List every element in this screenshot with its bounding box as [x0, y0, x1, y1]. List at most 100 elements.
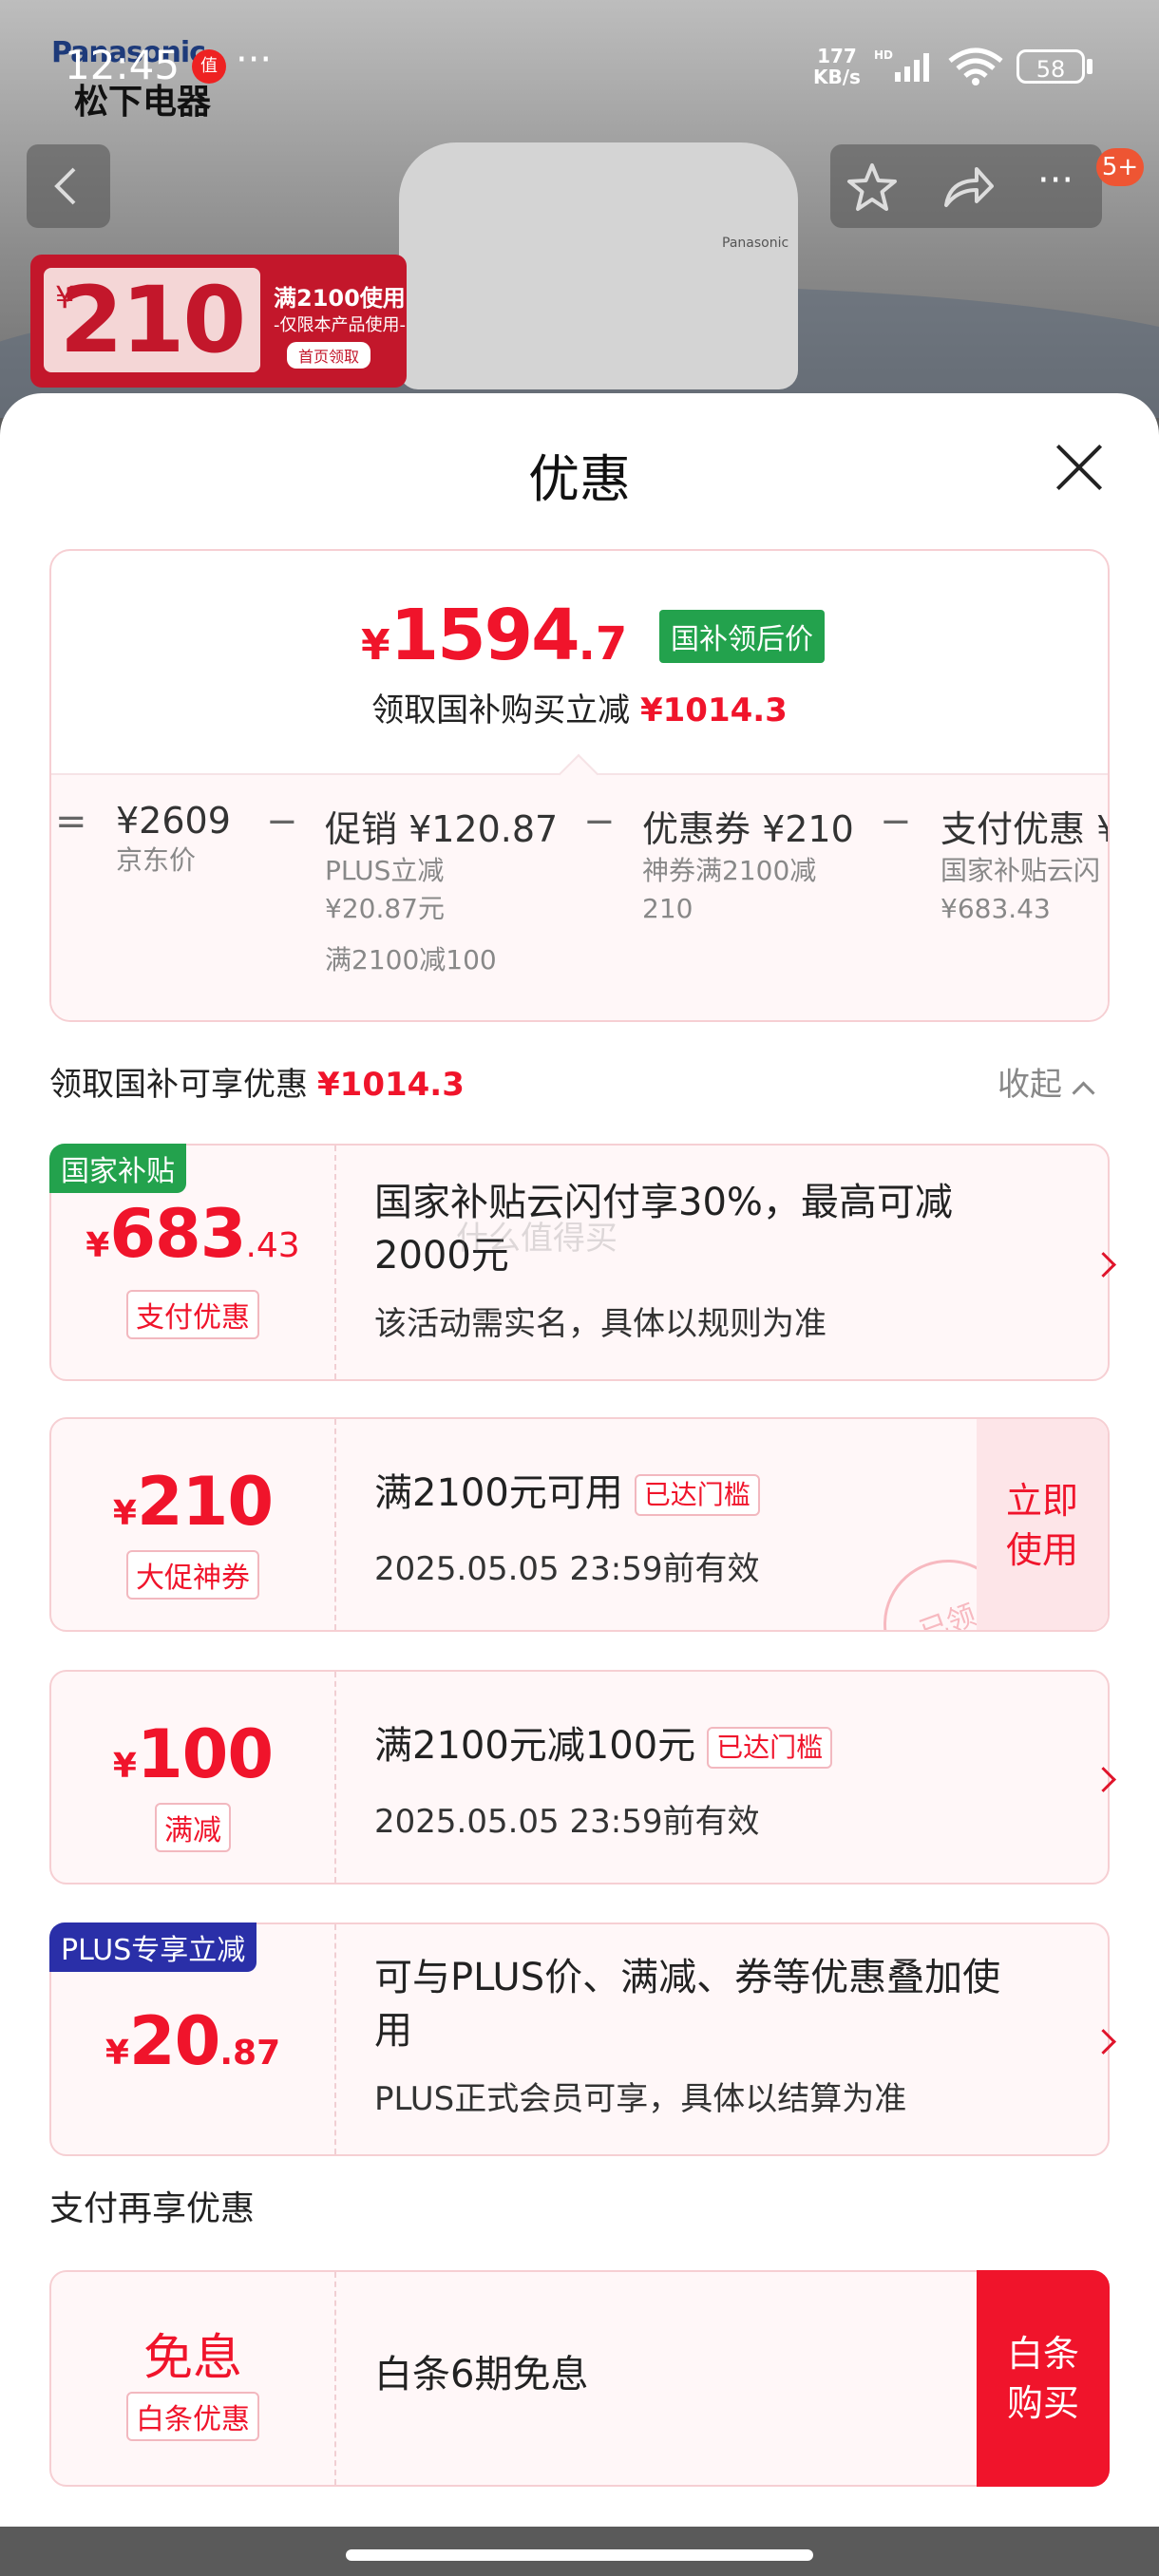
formula-pay-sub1: 国家补贴云闪: [940, 855, 1101, 886]
watermark: 什么值得买: [456, 1220, 618, 1258]
coupon-mega-sale[interactable]: ¥210 大促神券 满2100元可用 已达门槛 2025.05.05 23:59前…: [49, 1417, 1110, 1632]
coupon-divider: [334, 1419, 336, 1630]
coupon-validity: 2025.05.05 23:59前有效: [374, 1803, 760, 1841]
status-bar: 12:45 值 ··· 177 KB/s HD 58: [0, 0, 1159, 133]
chevron-left-icon: [54, 167, 76, 205]
product-image: [399, 142, 798, 389]
coupon-yen: ¥: [112, 1494, 137, 1533]
use-now-button[interactable]: 立即 使用: [977, 1419, 1108, 1630]
price-breakdown-card: ¥1594.7 国补领后价 领取国补购买立减 ¥1014.3 = ¥2609 京…: [49, 549, 1110, 1022]
coupon-title-line: 满2100元减100元 已达门槛: [374, 1719, 833, 1772]
chevron-right-icon: [1091, 2029, 1116, 2055]
coupon-yen: ¥: [86, 1226, 110, 1265]
coupon-divider: [334, 1672, 336, 1883]
coupon-plus-member[interactable]: PLUS专享立减 ¥20.87 可与PLUS价、满减、券等优惠叠加使用 PLUS…: [49, 1923, 1116, 2156]
coupon-yen: ¥: [112, 1747, 137, 1786]
coupon-type-chip: 支付优惠: [126, 1290, 259, 1339]
network-type-label: HD: [874, 48, 893, 62]
coupon-sub: PLUS正式会员可享，具体以结算为准: [374, 2080, 907, 2118]
formula-pay-sub2: ¥683.43: [940, 893, 1051, 924]
formula-promo-sub1: PLUS立减: [325, 855, 445, 886]
collapse-button[interactable]: 收起: [998, 1058, 1095, 1105]
chevron-right-icon: [1091, 1252, 1116, 1278]
coupon-title-line: 满2100元可用 已达门槛: [374, 1467, 760, 1520]
coupon-sub: 该活动需实名，具体以规则为准: [374, 1305, 826, 1343]
coupon-yen: ¥: [104, 2034, 129, 2073]
formula-coupon-sub2: 210: [642, 893, 694, 924]
coupon-promo-banner[interactable]: 210 ¥ 满2100使用 -仅限本产品使用- 首页领取: [30, 255, 407, 388]
coupon-left: ¥100 满减: [51, 1672, 334, 1883]
coupon-amount-dec: .43: [245, 1226, 300, 1265]
more-icon[interactable]: ···: [1037, 161, 1074, 199]
formula-minus-1: −: [266, 800, 298, 843]
coupon-left: ¥210 大促神券: [51, 1419, 334, 1630]
formula-promo-sub3: 满2100减100: [325, 944, 497, 975]
offer-title: 白条6期免息: [374, 2353, 589, 2396]
promo-note: -仅限本产品使用-: [274, 315, 406, 335]
formula-base-price: ¥2609: [116, 800, 231, 842]
formula-base-label: 京东价: [116, 844, 197, 876]
coupon-title: 可与PLUS价、满减、券等优惠叠加使用: [374, 1956, 1001, 2053]
wifi-icon: [946, 46, 1005, 91]
price-formula: = ¥2609 京东价 − 促销 ¥120.87 PLUS立减 ¥20.87元 …: [51, 800, 1108, 1009]
coupon-amount: ¥100: [51, 1715, 334, 1793]
coupon-national-subsidy[interactable]: 国家补贴 ¥683.43 支付优惠 国家补贴云闪付享30%，最高可减2000元 …: [49, 1144, 1116, 1381]
coupon-left: ¥20.87: [51, 1924, 334, 2154]
home-gesture-bar[interactable]: [346, 2549, 813, 2561]
save-line: 领取国补购买立减 ¥1014.3: [51, 684, 1108, 730]
battery-tip: [1087, 59, 1092, 74]
coupon-amount-int: 100: [136, 1715, 274, 1793]
formula-promo: 促销 ¥120.87 PLUS立减 ¥20.87元 满2100减100: [325, 800, 558, 979]
coupon-left: 免息 白条优惠: [51, 2272, 334, 2485]
chevron-up-icon: [1072, 1081, 1095, 1105]
formula-coupon: 优惠券 ¥210 神券满2100减 210: [642, 800, 854, 928]
final-price-int: 1594: [390, 595, 580, 676]
formula-promo-main: 促销 ¥120.87: [325, 808, 559, 850]
share-icon[interactable]: [940, 161, 994, 217]
coupon-amount: ¥683.43: [51, 1195, 334, 1273]
coupon-full-reduction[interactable]: ¥100 满减 满2100元减100元 已达门槛 2025.05.05 23:59…: [49, 1670, 1116, 1885]
coupon-amount-int: 210: [136, 1463, 274, 1541]
final-price-yen: ¥: [361, 621, 390, 670]
favorite-star-icon[interactable]: [846, 161, 899, 217]
formula-equals: =: [55, 800, 87, 843]
section-header-label: 领取国补可享优惠: [49, 1066, 308, 1104]
coupon-divider: [334, 1146, 336, 1379]
baitiao-interest-free-offer[interactable]: 免息 白条优惠 白条6期免息 白条 购买: [49, 2270, 1110, 2487]
pay-section-title: 支付再享优惠: [49, 2189, 256, 2228]
sheet-title: 优惠: [528, 449, 631, 509]
close-icon[interactable]: [1053, 441, 1106, 494]
app-notification-icon: 值: [192, 49, 226, 84]
coupon-left: ¥683.43 支付优惠: [51, 1146, 334, 1379]
threshold-reached-chip: 已达门槛: [634, 1474, 760, 1516]
coupon-amount-int: 683: [109, 1195, 246, 1273]
save-label: 领取国补购买立减: [371, 691, 631, 729]
chevron-right-icon: [1091, 1767, 1116, 1792]
national-subsidy-price-tag: 国补领后价: [659, 610, 825, 663]
promo-claim-button[interactable]: 首页领取: [287, 342, 371, 369]
coupon-amount-dec: .87: [219, 2034, 281, 2073]
coupon-type-chip: 满减: [155, 1803, 231, 1852]
formula-coupon-sub1: 神券满2100减: [642, 855, 817, 886]
baitiao-buy-button[interactable]: 白条 购买: [977, 2270, 1110, 2487]
formula-minus-2: −: [583, 800, 616, 843]
save-amount: ¥1014.3: [639, 691, 788, 729]
coupon-title: 满2100元可用: [374, 1471, 623, 1515]
more-notifications-icon: ···: [236, 38, 273, 82]
section-header: 领取国补可享优惠 ¥1014.3: [49, 1058, 465, 1105]
threshold-reached-chip: 已达门槛: [707, 1727, 833, 1769]
coupon-divider: [334, 1924, 336, 2154]
discount-sheet: 优惠 ¥1594.7 国补领后价 领取国补购买立减 ¥1014.3 = ¥260…: [0, 393, 1159, 2527]
promo-amount: 210: [44, 268, 260, 372]
battery-icon: 58: [1016, 49, 1085, 84]
promo-yen: ¥: [55, 279, 75, 315]
network-speed: 177 KB/s: [813, 46, 861, 87]
network-speed-value: 177: [817, 45, 857, 67]
formula-pay: 支付优惠 ¥ 国家补贴云闪 ¥683.43: [940, 800, 1108, 928]
final-price: ¥1594.7: [361, 595, 627, 676]
formula-coupon-main: 优惠券 ¥210: [642, 808, 854, 850]
formula-base: ¥2609 京东价: [116, 800, 231, 880]
back-button[interactable]: [27, 144, 110, 228]
notification-badge: 5+: [1096, 148, 1144, 186]
coupon-amount-int: 20: [128, 2002, 220, 2080]
